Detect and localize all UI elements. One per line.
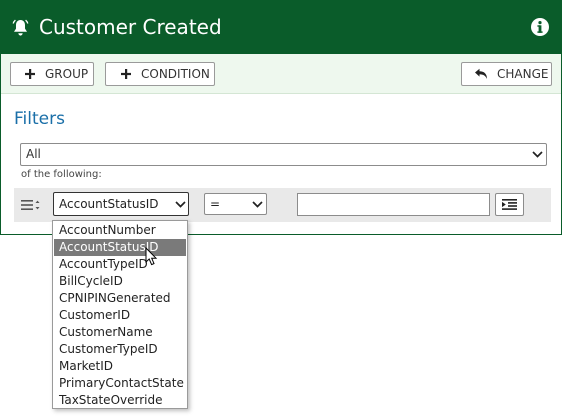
panel-header: Customer Created bbox=[1, 1, 561, 54]
filters-heading: Filters bbox=[14, 109, 65, 129]
field-select[interactable]: AccountStatusID bbox=[53, 192, 189, 216]
dropdown-option[interactable]: CPNIPINGenerated bbox=[54, 290, 186, 307]
change-label: CHANGE bbox=[497, 67, 549, 81]
add-group-label: GROUP bbox=[45, 67, 89, 81]
plus-icon bbox=[121, 69, 131, 79]
dropdown-option[interactable]: CustomerTypeID bbox=[54, 341, 186, 358]
change-button[interactable]: CHANGE bbox=[461, 62, 552, 86]
operator-select[interactable]: = bbox=[204, 193, 267, 215]
add-condition-label: CONDITION bbox=[141, 67, 210, 81]
add-group-button[interactable]: GROUP bbox=[10, 62, 94, 86]
page-title: Customer Created bbox=[39, 15, 222, 39]
drag-handle-icon[interactable] bbox=[21, 199, 41, 211]
field-dropdown-list: AccountNumber AccountStatusID AccountTypeI… bbox=[52, 220, 188, 409]
bell-icon bbox=[12, 19, 29, 36]
list-indent-icon bbox=[502, 199, 517, 210]
dropdown-option[interactable]: CustomerID bbox=[54, 307, 186, 324]
chevron-down-icon bbox=[532, 151, 543, 158]
dropdown-option[interactable]: CustomerName bbox=[54, 324, 186, 341]
dropdown-option[interactable]: AccountNumber bbox=[54, 222, 186, 239]
dropdown-option[interactable]: BillCycleID bbox=[54, 273, 186, 290]
dropdown-option[interactable]: MarketID bbox=[54, 358, 186, 375]
match-type-value: All bbox=[26, 147, 41, 161]
plus-icon bbox=[25, 69, 35, 79]
dropdown-option[interactable]: PrimaryContactState bbox=[54, 375, 186, 392]
toolbar: GROUP CONDITION CHANGE bbox=[1, 54, 561, 94]
chevron-down-icon bbox=[252, 201, 263, 208]
filter-condition-row: AccountStatusID = bbox=[14, 188, 551, 222]
dropdown-option[interactable]: AccountStatusID bbox=[54, 239, 186, 256]
chevron-down-icon bbox=[175, 201, 186, 208]
add-condition-button[interactable]: CONDITION bbox=[105, 62, 215, 86]
value-list-button[interactable] bbox=[495, 193, 524, 216]
info-icon[interactable] bbox=[530, 17, 550, 37]
dropdown-option[interactable]: TaxStateOverride bbox=[54, 392, 186, 409]
match-type-select[interactable]: All bbox=[20, 143, 547, 166]
undo-arrow-icon bbox=[475, 68, 487, 79]
mouse-pointer-icon bbox=[145, 247, 158, 266]
dropdown-option[interactable]: AccountTypeID bbox=[54, 256, 186, 273]
condition-value-input[interactable] bbox=[297, 193, 490, 216]
customer-created-panel: Customer Created GROUP CONDITION CHANGE … bbox=[0, 0, 562, 235]
match-caption: of the following: bbox=[21, 169, 102, 180]
operator-select-value: = bbox=[210, 197, 221, 211]
field-select-value: AccountStatusID bbox=[59, 197, 159, 211]
